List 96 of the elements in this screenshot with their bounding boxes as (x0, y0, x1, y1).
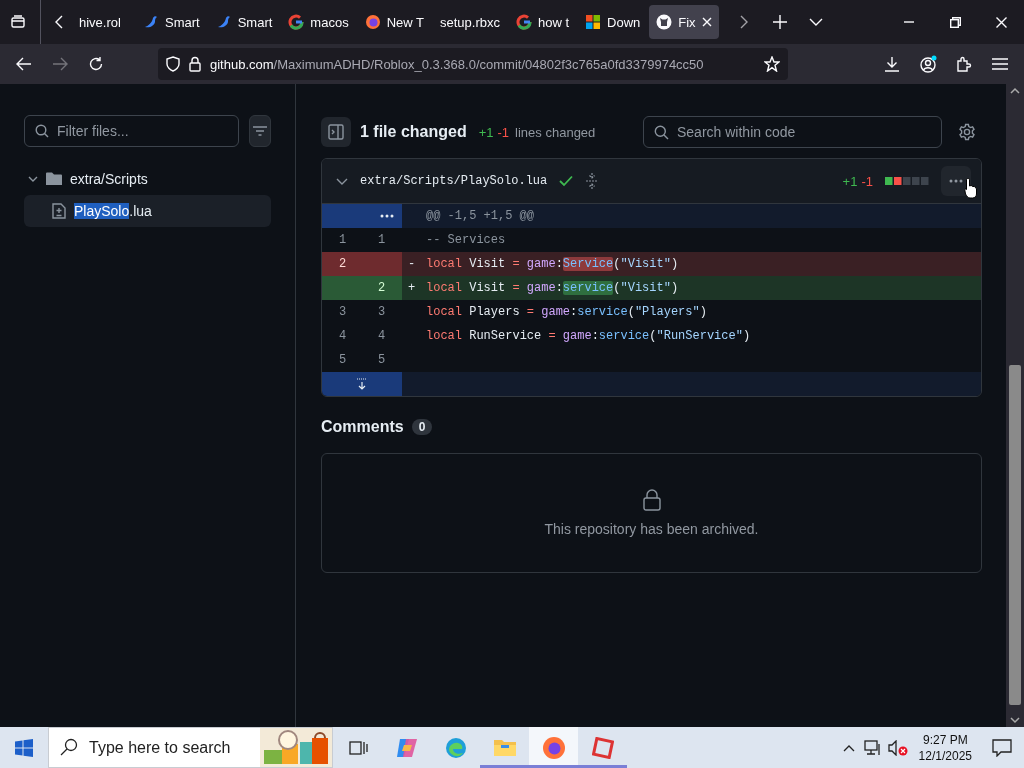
google-icon (288, 14, 305, 30)
address-bar[interactable]: github.com/MaximumADHD/Roblox_0.3.368.0/commit/04802f3c765a0fd3379974cc50 (158, 48, 788, 80)
search-icon (60, 738, 78, 756)
diff-sign: + (408, 281, 416, 295)
line-number: 2 (362, 276, 402, 300)
diff-file-icon (52, 203, 66, 219)
bird-icon (143, 14, 159, 30)
chevron-down-icon (808, 18, 823, 26)
filter-field[interactable]: Filter files... (24, 115, 239, 147)
arrow-right-icon (52, 57, 68, 71)
menu-icon (992, 58, 1008, 70)
folder-icon (492, 737, 517, 758)
lines-changed-label: lines changed (515, 124, 596, 140)
browser-tab[interactable]: setup.rbxc (432, 5, 507, 39)
google-icon (515, 14, 532, 30)
sidebar-toggle-button[interactable] (321, 117, 351, 147)
task-view-icon (347, 738, 368, 757)
clock[interactable]: 9:27 PM 12/1/2025 (910, 731, 980, 764)
file-additions-count: +1 (842, 173, 858, 189)
diff-sign: - (408, 257, 416, 271)
chevron-down-icon (28, 174, 38, 184)
browser-tab[interactable]: hive.rol (72, 5, 134, 39)
arrow-left-icon (16, 57, 32, 71)
search-icon (654, 125, 669, 140)
cat-icon (656, 14, 673, 30)
comments-count: 0 (411, 419, 433, 435)
check-icon (559, 175, 574, 187)
file-path: extra/Scripts/PlaySolo.lua (360, 174, 548, 188)
mouse-pointer-icon (964, 177, 978, 199)
copilot-icon (394, 736, 419, 759)
more-icon (380, 214, 394, 218)
firefox-icon (364, 14, 381, 30)
app-logo-icon (591, 736, 614, 759)
lock-icon (642, 489, 661, 511)
windows-icon (15, 738, 33, 757)
close-icon (995, 16, 1007, 28)
edge-icon (444, 736, 467, 759)
filter-icon (253, 126, 267, 136)
folder-name: extra/Scripts (70, 171, 148, 187)
puzzle-icon (956, 56, 972, 72)
diffstat-drawing (885, 177, 929, 185)
tab-list-icon (10, 14, 26, 30)
file-deletions-count: -1 (861, 173, 873, 189)
settings-button[interactable] (958, 123, 976, 141)
search-icon (35, 124, 49, 138)
line-number (362, 252, 402, 276)
hunk-header: @@ -1,5 +1,5 @@ (426, 209, 535, 223)
minimize-icon (904, 21, 914, 23)
shield-icon (166, 56, 180, 72)
settings-icon (958, 123, 976, 141)
filter-button[interactable] (249, 115, 271, 147)
close-icon[interactable] (701, 17, 712, 27)
line-number: 2 (322, 252, 362, 276)
archived-message: This repository has been archived. (544, 521, 759, 537)
browser-tab[interactable]: Smart (208, 5, 280, 39)
line-number (322, 276, 362, 300)
more-icon (949, 179, 963, 183)
chevron-up-icon (842, 743, 855, 752)
account-icon (919, 55, 937, 73)
download-icon (884, 56, 900, 72)
chevron-left-icon (54, 15, 64, 29)
expand-icon[interactable] (585, 172, 600, 190)
restore-icon (949, 16, 961, 28)
expand-down-icon (356, 378, 368, 390)
sidebar-icon (328, 124, 344, 140)
muted-speaker-icon (887, 739, 908, 756)
additions-count: +1 (478, 124, 494, 140)
star-icon[interactable] (764, 56, 780, 72)
firefox-icon (541, 735, 566, 760)
code-line: local Visit = game:Service("Visit") (426, 257, 679, 271)
folder-row[interactable]: extra/Scripts (24, 163, 271, 195)
file-row[interactable]: PlaySolo.lua (24, 195, 271, 227)
reload-icon (88, 56, 104, 72)
file-name: PlaySolo.lua (74, 203, 152, 219)
browser-tab[interactable]: New T (357, 5, 431, 39)
files-changed-title: 1 file changed (360, 123, 467, 141)
browser-tab[interactable]: how t (508, 5, 577, 39)
taskbar-app-button[interactable] (529, 727, 578, 768)
plus-icon (772, 15, 787, 29)
browser-tab[interactable]: Fix (649, 5, 719, 39)
deletions-count: -1 (497, 124, 510, 140)
code-search-field[interactable]: Search within code (643, 116, 942, 148)
network-icon (863, 739, 882, 756)
lock-icon (189, 56, 201, 72)
code-line: -- Services (426, 233, 506, 247)
browser-tab[interactable]: macos (281, 5, 356, 39)
comments-heading: Comments (321, 418, 404, 436)
chat-icon (992, 738, 1012, 757)
browser-tab[interactable]: Smart (136, 5, 207, 39)
browser-tab[interactable]: Down (578, 5, 648, 39)
windows-icon (585, 14, 602, 30)
chevron-right-icon (738, 15, 749, 29)
code-line: local Players = game:service("Players") (426, 305, 707, 319)
code-line: local Visit = game:service("Visit") (426, 281, 679, 295)
folder-icon (46, 172, 62, 186)
code-line: local RunService = game:service("RunService") (426, 329, 751, 343)
